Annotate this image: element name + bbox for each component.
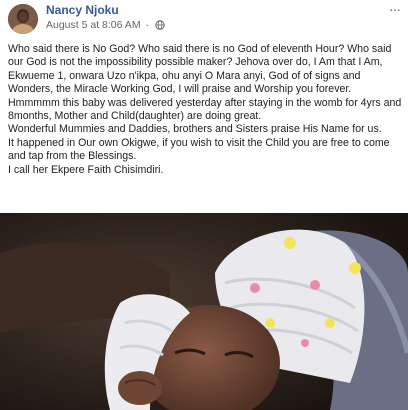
baby-photo-image: [0, 213, 408, 410]
post-paragraph: Hmmmmm this baby was delivered yesterday…: [8, 96, 402, 123]
post-paragraph: Who said there is No God? Who said there…: [8, 43, 392, 96]
more-options-icon[interactable]: ···: [389, 2, 401, 16]
post-header: Nancy Njoku August 5 at 8:06 AM · ···: [0, 0, 408, 40]
avatar[interactable]: [8, 4, 38, 34]
globe-icon[interactable]: [155, 20, 165, 30]
post-meta: August 5 at 8:06 AM ·: [46, 19, 165, 31]
avatar-image: [8, 4, 38, 34]
post-paragraph: I call her Ekpere Faith Chisimdiri.: [8, 163, 164, 176]
author-name[interactable]: Nancy Njoku: [46, 3, 119, 17]
post-timestamp[interactable]: August 5 at 8:06 AM: [46, 19, 141, 31]
post-paragraph: Wonderful Mummies and Daddies, brothers …: [8, 123, 382, 136]
post-paragraph: It happened in Our own Okigwe, if you wi…: [8, 136, 390, 163]
meta-separator: ·: [145, 19, 149, 31]
post-photo[interactable]: [0, 213, 408, 410]
post-body: Who said there is No God? Who said there…: [8, 43, 404, 177]
